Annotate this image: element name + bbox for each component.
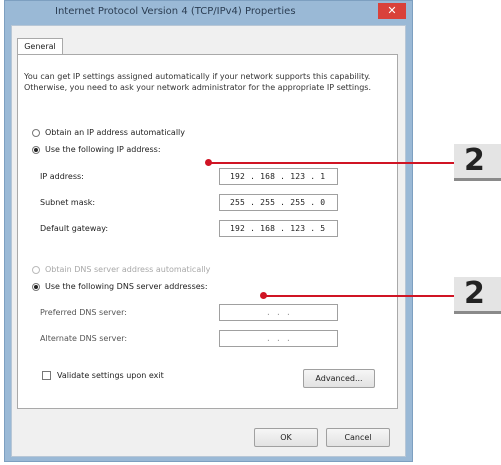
tab-general[interactable]: General [17,38,63,55]
alternate-dns-input[interactable]: . . . [219,330,338,347]
callout-line [209,162,455,164]
title-bar[interactable]: Internet Protocol Version 4 (TCP/IPv4) P… [5,1,412,23]
close-icon: ✕ [387,4,397,17]
radio-label: Use the following DNS server addresses: [45,282,208,291]
dialog-window: Internet Protocol Version 4 (TCP/IPv4) P… [4,0,413,462]
radio-label: Use the following IP address: [45,145,161,154]
radio-obtain-ip-auto[interactable]: Obtain an IP address automatically [32,128,185,137]
ok-button[interactable]: OK [254,428,318,447]
radio-label: Obtain DNS server address automatically [45,265,211,274]
preferred-dns-label: Preferred DNS server: [40,308,127,317]
callout-badge: 2 [454,277,501,314]
dialog-body: General You can get IP settings assigned… [11,25,406,457]
subnet-mask-input[interactable]: 255 . 255 . 255 . 0 [219,194,338,211]
default-gateway-label: Default gateway: [40,224,109,233]
subnet-mask-label: Subnet mask: [40,198,96,207]
cancel-button[interactable]: Cancel [326,428,390,447]
radio-label: Obtain an IP address automatically [45,128,186,137]
radio-use-following-dns[interactable]: Use the following DNS server addresses: [32,282,208,291]
ip-address-input[interactable]: 192 . 168 . 123 . 1 [219,168,338,185]
default-gateway-input[interactable]: 192 . 168 . 123 . 5 [219,220,338,237]
intro-text: You can get IP settings assigned automat… [24,72,372,92]
alternate-dns-label: Alternate DNS server: [40,334,128,343]
radio-selected-icon [32,145,40,154]
validate-label: Validate settings upon exit [57,371,164,380]
radio-icon [32,265,40,274]
preferred-dns-input[interactable]: . . . [219,304,338,321]
callout-line [264,295,455,297]
close-button[interactable]: ✕ [378,3,406,19]
advanced-button[interactable]: Advanced... [303,369,375,388]
callout-badge: 2 [454,144,501,181]
ip-address-label: IP address: [40,172,84,181]
radio-use-following-ip[interactable]: Use the following IP address: [32,145,161,154]
radio-icon [32,128,40,137]
window-title: Internet Protocol Version 4 (TCP/IPv4) P… [55,6,296,17]
radio-selected-icon [32,282,40,291]
general-panel: You can get IP settings assigned automat… [17,54,398,409]
validate-checkbox[interactable] [42,371,51,380]
radio-obtain-dns-auto: Obtain DNS server address automatically [32,265,210,274]
